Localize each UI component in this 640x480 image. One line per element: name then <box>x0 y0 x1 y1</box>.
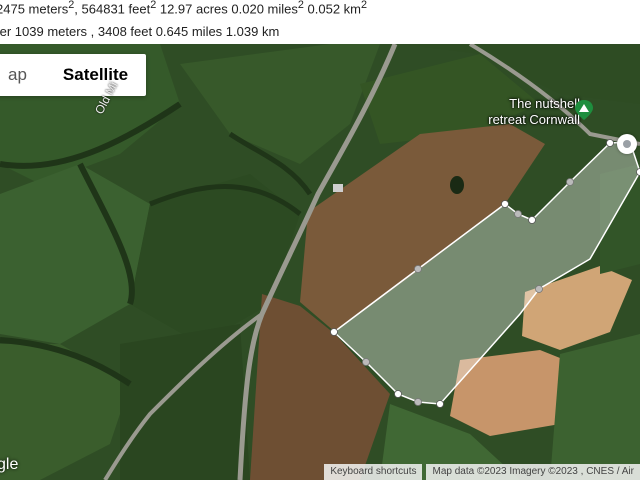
location-marker-icon[interactable] <box>617 134 637 154</box>
area-readout: 2475 meters2, 564831 feet2 12.97 acres 0… <box>0 0 368 17</box>
map-type-control: ap Satellite <box>0 54 147 96</box>
poi-name-line2: retreat Cornwall <box>488 112 580 127</box>
attribution-bar: Keyboard shortcuts Map data ©2023 Imager… <box>324 464 640 480</box>
google-logo: gle <box>0 456 19 473</box>
measurement-info: 2475 meters2, 564831 feet2 12.97 acres 0… <box>0 0 640 44</box>
map-type-map-button[interactable]: ap <box>0 54 45 96</box>
map-type-satellite-button[interactable]: Satellite <box>45 54 146 96</box>
poi-name-line1: The nutshell <box>509 96 580 111</box>
keyboard-shortcuts-link[interactable]: Keyboard shortcuts <box>324 464 423 480</box>
map-data-attribution[interactable]: Map data ©2023 Imagery ©2023 , CNES / Ai… <box>426 464 640 480</box>
perimeter-readout: ter 1039 meters , 3408 feet 0.645 miles … <box>0 24 280 39</box>
poi-label[interactable]: The nutshell retreat Cornwall <box>430 96 580 128</box>
tent-pin-icon[interactable] <box>574 100 594 120</box>
satellite-map[interactable]: ap Satellite Old Mi The nutshell retreat… <box>0 44 640 480</box>
